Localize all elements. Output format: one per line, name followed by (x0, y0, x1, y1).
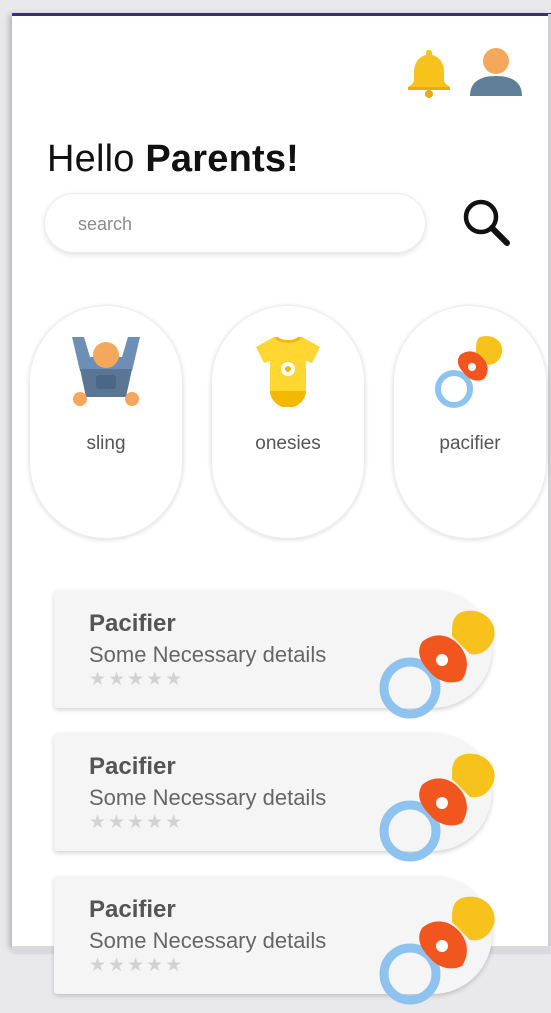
product-card[interactable]: Pacifier Some Necessary details ★★★★★ (54, 733, 495, 862)
category-sling[interactable]: sling (29, 305, 183, 539)
product-card[interactable]: Pacifier Some Necessary details ★★★★★ (54, 590, 495, 719)
pacifier-icon (376, 602, 506, 722)
greeting-prefix: Hello (47, 138, 135, 180)
user-avatar-icon[interactable] (467, 46, 525, 98)
product-card[interactable]: Pacifier Some Necessary details ★★★★★ (54, 876, 495, 1005)
search-button[interactable] (458, 196, 514, 252)
product-title: Pacifier (89, 610, 176, 637)
search-icon (459, 195, 513, 254)
category-label: sling (86, 433, 126, 454)
category-label: pacifier (439, 433, 501, 454)
bell-icon[interactable] (401, 46, 457, 98)
product-title: Pacifier (89, 753, 176, 780)
rating-stars[interactable]: ★★★★★ (89, 811, 184, 834)
pacifier-icon (430, 331, 510, 411)
category-label: onesies (255, 433, 321, 454)
product-details: Some Necessary details (89, 785, 327, 810)
category-onesies[interactable]: onesies (211, 305, 365, 539)
search-input[interactable] (76, 209, 410, 239)
greeting-name: Parents! (145, 138, 300, 180)
baby-carrier-icon (66, 331, 146, 411)
page-title: Hello Parents! (47, 138, 299, 181)
search-box (44, 193, 426, 253)
header-actions (401, 46, 525, 98)
onesie-icon (248, 331, 328, 411)
top-accent-bar (12, 13, 551, 16)
pacifier-icon (376, 888, 506, 1008)
rating-stars[interactable]: ★★★★★ (89, 668, 184, 691)
category-pacifier[interactable]: pacifier (393, 305, 547, 539)
pacifier-icon (376, 745, 506, 865)
product-details: Some Necessary details (89, 642, 327, 667)
rating-stars[interactable]: ★★★★★ (89, 954, 184, 977)
product-title: Pacifier (89, 896, 176, 923)
product-details: Some Necessary details (89, 928, 327, 953)
